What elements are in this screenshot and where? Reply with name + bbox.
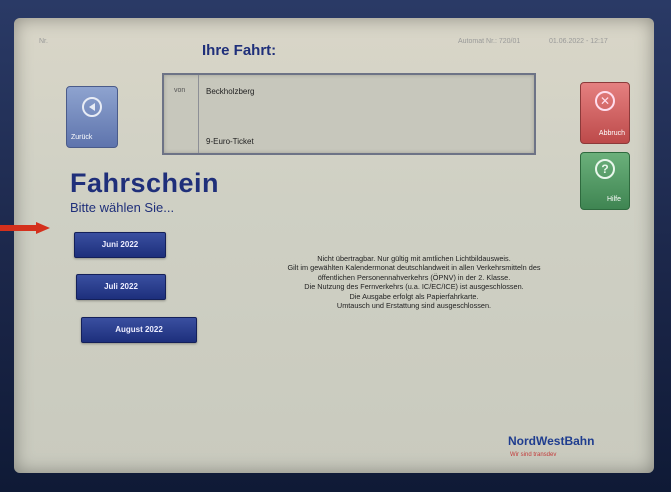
back-label: Zurück xyxy=(71,134,93,141)
page-title: Ihre Fahrt: xyxy=(202,42,277,59)
month-button-august[interactable]: August 2022 xyxy=(81,317,197,343)
status-left: Nr. xyxy=(39,38,48,45)
from-station: Beckholzberg xyxy=(206,87,255,96)
machine-number: Automat Nr.: 720/01 xyxy=(458,38,521,45)
ticket-type: 9-Euro-Ticket xyxy=(206,137,254,146)
divider xyxy=(198,75,199,153)
help-button[interactable]: ? Hilfe xyxy=(580,152,630,210)
von-label: von xyxy=(174,87,186,94)
help-label: Hilfe xyxy=(606,196,621,203)
x-circle-icon: ✕ xyxy=(595,91,615,111)
info-line: öffentlichen Personennahverkehrs (ÖPNV) … xyxy=(317,272,511,282)
back-button[interactable]: Zurück xyxy=(66,86,118,148)
red-arrow-icon xyxy=(0,222,50,234)
month-button-juni[interactable]: Juni 2022 xyxy=(74,232,166,258)
ticket-info-text: Nicht übertragbar. Nur gültig mit amtlic… xyxy=(214,254,614,310)
info-line: Die Nutzung des Fernverkehrs (u.a. IC/EC… xyxy=(304,282,524,292)
abort-label: Abbruch xyxy=(598,130,625,137)
trip-summary: von Beckholzberg 9-Euro-Ticket xyxy=(162,73,536,155)
info-line: Gilt im gewählten Kalendermonat deutschl… xyxy=(287,263,541,273)
info-line: Umtausch und Erstattung sind ausgeschlos… xyxy=(336,301,492,311)
arrow-left-circle-icon xyxy=(82,97,102,117)
ticket-machine-screen: Nr. Automat Nr.: 720/01 01.06.2022 - 12:… xyxy=(14,18,654,473)
brand-logo: NordWestBahn xyxy=(508,434,595,448)
question-circle-icon: ? xyxy=(595,159,615,179)
section-subtitle: Bitte wählen Sie... xyxy=(70,200,175,215)
section-title: Fahrschein xyxy=(70,168,220,198)
info-line: Nicht übertragbar. Nur gültig mit amtlic… xyxy=(317,254,511,263)
brand-subline: Wir sind transdev xyxy=(510,452,557,458)
abort-button[interactable]: ✕ Abbruch xyxy=(580,82,630,144)
datetime: 01.06.2022 - 12:17 xyxy=(549,38,608,45)
month-button-juli[interactable]: Juli 2022 xyxy=(76,274,166,300)
info-line: Die Ausgabe erfolgt als Papierfahrkarte. xyxy=(349,291,479,301)
